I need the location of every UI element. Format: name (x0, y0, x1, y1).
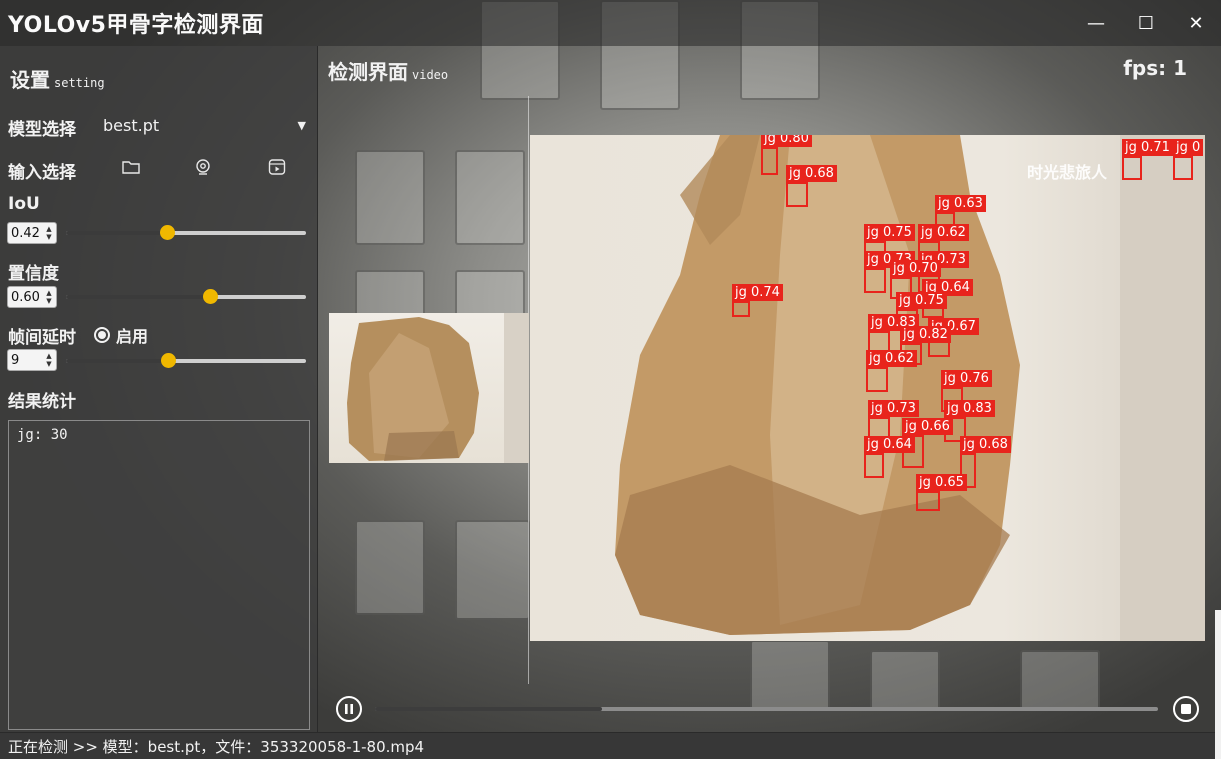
detection-box: jg 0 (1173, 139, 1204, 180)
results-textbox[interactable]: jg: 30 (8, 420, 310, 730)
results-title: 结果统计 (8, 392, 76, 412)
spin-arrows-icon[interactable]: ▲ ▼ (42, 223, 56, 243)
frame-delay-slider[interactable] (66, 353, 306, 368)
results-text: jg: 30 (17, 427, 68, 443)
frame-delay-spinbox[interactable]: 9 ▲ ▼ (7, 349, 57, 371)
confidence-slider[interactable] (66, 289, 306, 304)
close-button[interactable]: ✕ (1171, 0, 1221, 46)
playback-controls (320, 690, 1221, 730)
detection-box: jg 0.65 (916, 474, 967, 511)
iou-slider[interactable] (66, 225, 306, 240)
iou-spinbox[interactable]: 0.42 ▲ ▼ (7, 222, 57, 244)
delay-enable-label: 启用 (116, 327, 149, 346)
detection-label: jg 0.62 (866, 350, 917, 367)
original-frame (329, 313, 529, 463)
iou-slider-handle[interactable] (159, 225, 175, 240)
radio-checked-icon[interactable] (94, 327, 110, 343)
detection-label: jg 0.74 (732, 284, 783, 301)
confidence-value: 0.60 (11, 289, 40, 305)
frame-delay-value: 9 (11, 352, 20, 368)
window-controls: — ☐ ✕ (1071, 0, 1221, 46)
detection-title: 检测界面 (328, 60, 408, 84)
detection-label: jg 0.66 (902, 418, 953, 435)
model-select-value: best.pt (103, 115, 160, 135)
confidence-slider-handle[interactable] (203, 289, 218, 304)
webcam-icon[interactable] (191, 155, 215, 179)
delay-enable-radio[interactable]: 启用 (94, 323, 148, 347)
spin-arrows-icon[interactable]: ▲ ▼ (42, 287, 56, 307)
detection-label: jg 0.65 (916, 474, 967, 491)
stop-icon (1181, 704, 1191, 714)
confidence-spinbox[interactable]: 0.60 ▲ ▼ (7, 286, 57, 308)
detection-heading: 检测界面 video (328, 56, 448, 85)
progress-fill (375, 707, 603, 711)
iou-slider-fill (66, 231, 167, 235)
detection-box: jg 0.64 (864, 436, 915, 478)
detection-label: jg 0.71 (1122, 139, 1173, 156)
status-text: 正在检测 >> 模型：best.pt，文件：353320058-1-80.mp4 (8, 737, 425, 756)
input-label: 输入选择 (8, 163, 76, 183)
confidence-label: 置信度 (8, 264, 59, 284)
settings-panel: 设置 setting 模型选择 best.pt ▼ 输入选择 IoU 0.42 ▲… (0, 46, 318, 732)
spin-arrows-icon[interactable]: ▲ ▼ (42, 350, 56, 370)
model-label: 模型选择 (8, 120, 76, 140)
fps-readout: fps: 1 (1123, 56, 1187, 80)
detection-label: jg 0.76 (941, 370, 992, 387)
watermark-text: 时光悲旅人 (1027, 163, 1108, 182)
maximize-button[interactable]: ☐ (1121, 0, 1171, 46)
minimize-button[interactable]: — (1071, 0, 1121, 46)
detection-frame: 时光悲旅人 jg 0.80 jg 0.68 jg 0.63 jg 0.75 jg… (530, 135, 1205, 641)
frame-delay-slider-handle[interactable] (161, 353, 176, 368)
detection-box: jg 0.80 (761, 135, 812, 175)
detection-label: jg 0.75 (864, 224, 915, 241)
detection-label: jg 0.64 (864, 436, 915, 453)
stop-button[interactable] (1173, 696, 1199, 722)
detection-label: jg 0.63 (935, 195, 986, 212)
chevron-down-icon: ▼ (297, 118, 306, 132)
frame-delay-label: 帧间延时 (8, 328, 76, 348)
window-edge (1215, 610, 1221, 759)
status-bar: 正在检测 >> 模型：best.pt，文件：353320058-1-80.mp4 (0, 732, 1215, 759)
detection-subtitle: video (412, 68, 449, 82)
detection-box: jg 0.74 (732, 284, 783, 317)
settings-subtitle: setting (54, 76, 105, 90)
frame-delay-slider-fill (66, 359, 166, 363)
detection-label: jg 0.62 (918, 224, 969, 241)
detection-label: jg 0.80 (761, 135, 812, 147)
video-file-icon[interactable] (265, 155, 289, 179)
pause-button[interactable] (336, 696, 362, 722)
detection-box: jg 0.71 (1122, 139, 1173, 180)
detection-label: jg 0.68 (960, 436, 1011, 453)
iou-label: IoU (8, 194, 40, 214)
detection-label: jg 0.70 (890, 260, 941, 277)
settings-heading: 设置 setting (10, 64, 105, 93)
iou-value: 0.42 (11, 225, 40, 241)
window-title: YOLOv5甲骨字检测界面 (8, 13, 264, 38)
detection-label: jg 0.75 (896, 292, 947, 309)
detection-label: jg 0.83 (944, 400, 995, 417)
settings-title: 设置 (10, 68, 50, 92)
title-bar: YOLOv5甲骨字检测界面 — ☐ ✕ (0, 0, 1221, 46)
pause-icon (345, 704, 353, 714)
detection-label: jg 0.82 (900, 326, 951, 343)
detection-label: jg 0.68 (786, 165, 837, 182)
detection-label: jg 0.73 (868, 400, 919, 417)
detection-box: jg 0.68 (786, 165, 837, 207)
detection-label: jg 0 (1173, 139, 1204, 156)
detection-box: jg 0.73 (864, 251, 915, 293)
model-select[interactable]: best.pt ▼ (98, 112, 310, 138)
folder-icon[interactable] (119, 155, 143, 179)
playback-progress[interactable] (375, 707, 1158, 711)
detection-box: jg 0.62 (866, 350, 917, 392)
confidence-slider-fill (66, 295, 210, 299)
oracle-bone-image (347, 313, 529, 463)
